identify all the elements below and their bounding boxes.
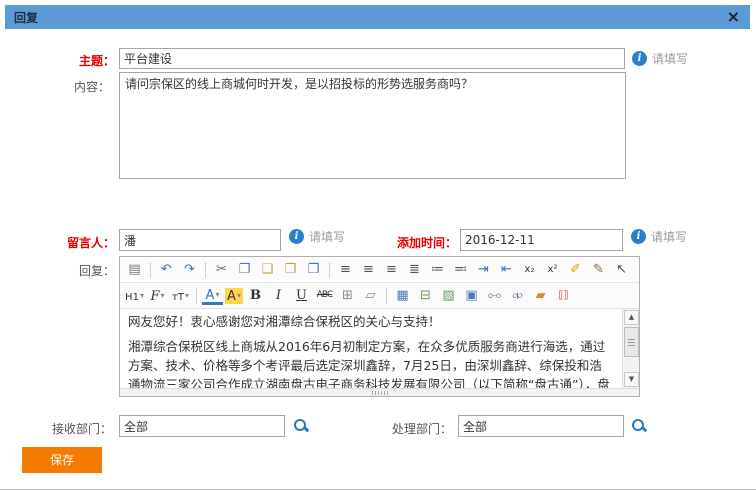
show-borders-icon[interactable]: ⊞ (337, 285, 358, 306)
source-icon[interactable]: ▤ (124, 259, 145, 280)
table-icon[interactable]: ▦ (392, 285, 413, 306)
font-size-icon[interactable]: тT (170, 285, 191, 306)
font-color-icon[interactable]: A (202, 287, 223, 305)
search-icon[interactable] (632, 419, 646, 433)
superscript-icon[interactable]: x² (542, 259, 563, 280)
search-icon[interactable] (294, 419, 308, 433)
subject-label: 主题： (40, 52, 115, 69)
rich-text-editor: ▤↶↷✂❐❑❒❐≡≡≡≣≔≕⇥⇤x₂x²✐✎↖ H1FтTAABIUABC⊞▱▦… (119, 256, 640, 397)
undo-icon[interactable]: ↶ (156, 259, 177, 280)
info-icon (631, 229, 646, 244)
resize-grip-icon (372, 391, 388, 395)
clean-format-icon[interactable]: ✐ (565, 259, 586, 280)
content-label: 内容： (40, 78, 110, 95)
strikethrough-icon[interactable]: ABC (314, 285, 335, 306)
cut-icon[interactable]: ✂ (211, 259, 232, 280)
reply-label: 回复： (40, 262, 115, 279)
outdent-icon[interactable]: ⇤ (496, 259, 517, 280)
underline-icon[interactable]: U (291, 285, 312, 306)
close-icon[interactable]: × (727, 9, 740, 25)
add-time-input[interactable] (460, 229, 623, 251)
font-family-icon[interactable]: F (147, 285, 168, 306)
toolbar-separator (329, 262, 330, 278)
handle-dept-label: 处理部门： (380, 420, 452, 437)
indent-icon[interactable]: ⇥ (473, 259, 494, 280)
editor-paragraph: 网友您好！衷心感谢您对湘潭综合保税区的关心与支持！ (128, 312, 614, 331)
toolbar-separator (205, 262, 206, 278)
hint-text: 请填写 (309, 228, 345, 245)
media-icon[interactable]: ▰ (530, 285, 551, 306)
hint-text: 请填写 (652, 50, 688, 67)
add-time-hint: 请填写 (631, 228, 687, 245)
subject-input[interactable] (119, 48, 625, 69)
italic-icon[interactable]: I (268, 285, 289, 306)
paste-text-icon[interactable]: ❒ (280, 259, 301, 280)
receive-dept-input[interactable] (119, 415, 285, 437)
content-textarea[interactable]: 请问宗保区的线上商城何时开发，是以招投标的形势选服务商吗？ (119, 72, 626, 179)
justify-icon[interactable]: ≣ (404, 259, 425, 280)
eraser-icon[interactable]: ▱ (360, 285, 381, 306)
hint-text: 请填写 (651, 228, 687, 245)
horizontal-rule-icon[interactable]: ⊟ (415, 285, 436, 306)
select-cursor-icon[interactable]: ↖ (611, 259, 632, 280)
align-left-icon[interactable]: ≡ (335, 259, 356, 280)
page-break-icon[interactable]: ⟦⟧ (553, 285, 574, 306)
info-icon (632, 51, 647, 66)
author-label: 留言人： (40, 234, 115, 251)
dialog-title: 回复 (14, 9, 38, 26)
editor-resize-handle[interactable] (120, 388, 639, 396)
editor-body: 网友您好！衷心感谢您对湘潭综合保税区的关心与支持！ 湘潭综合保税区线上商城从201… (120, 309, 639, 388)
heading-icon[interactable]: H1 (124, 285, 145, 306)
unlink-icon[interactable]: ⧞ (507, 285, 528, 306)
editor-paragraph: 湘潭综合保税区线上商城从2016年6月初制定方案，在众多优质服务商进行海选，通过… (128, 337, 614, 388)
author-input[interactable] (119, 229, 281, 251)
reply-dialog: 回复 × 主题： 请填写 内容： 请问宗保区的线上商城何时开发，是以招投标的形势… (0, 0, 756, 490)
editor-content[interactable]: 网友您好！衷心感谢您对湘潭综合保税区的关心与支持！ 湘潭综合保税区线上商城从201… (120, 309, 622, 388)
editor-scrollbar[interactable]: ▲ ▼ (622, 309, 639, 388)
paste-word-icon[interactable]: ❐ (303, 259, 324, 280)
toolbar-separator (150, 262, 151, 278)
redo-icon[interactable]: ↷ (179, 259, 200, 280)
dialog-titlebar: 回复 × (5, 5, 750, 29)
save-button[interactable]: 保存 (22, 447, 102, 473)
highlight-icon[interactable]: A (225, 288, 243, 304)
align-center-icon[interactable]: ≡ (358, 259, 379, 280)
paste-icon[interactable]: ❑ (257, 259, 278, 280)
author-hint: 请填写 (289, 228, 345, 245)
add-time-label: 添加时间： (380, 234, 457, 251)
handle-dept-input[interactable] (458, 415, 624, 437)
subscript-icon[interactable]: x₂ (519, 259, 540, 280)
flash-icon[interactable]: ▣ (461, 285, 482, 306)
unordered-list-icon[interactable]: ≕ (450, 259, 471, 280)
ordered-list-icon[interactable]: ≔ (427, 259, 448, 280)
copy-icon[interactable]: ❐ (234, 259, 255, 280)
format-brush-icon[interactable]: ✎ (588, 259, 609, 280)
image-icon[interactable]: ▧ (438, 285, 459, 306)
scroll-down-icon[interactable]: ▼ (624, 372, 639, 387)
scroll-up-icon[interactable]: ▲ (624, 310, 639, 325)
link-icon[interactable]: ⧟ (484, 285, 505, 306)
receive-dept-label: 接收部门： (40, 420, 112, 437)
toolbar-separator (196, 288, 197, 304)
align-right-icon[interactable]: ≡ (381, 259, 402, 280)
subject-hint: 请填写 (632, 50, 688, 67)
toolbar-separator (386, 288, 387, 304)
editor-toolbar-row1: ▤↶↷✂❐❑❒❐≡≡≡≣≔≕⇥⇤x₂x²✐✎↖ (120, 257, 639, 283)
bold-icon[interactable]: B (245, 285, 266, 306)
scrollbar-thumb[interactable] (624, 327, 639, 357)
editor-toolbar-row2: H1FтTAABIUABC⊞▱▦⊟▧▣⧟⧞▰⟦⟧ (120, 283, 639, 309)
info-icon (289, 229, 304, 244)
